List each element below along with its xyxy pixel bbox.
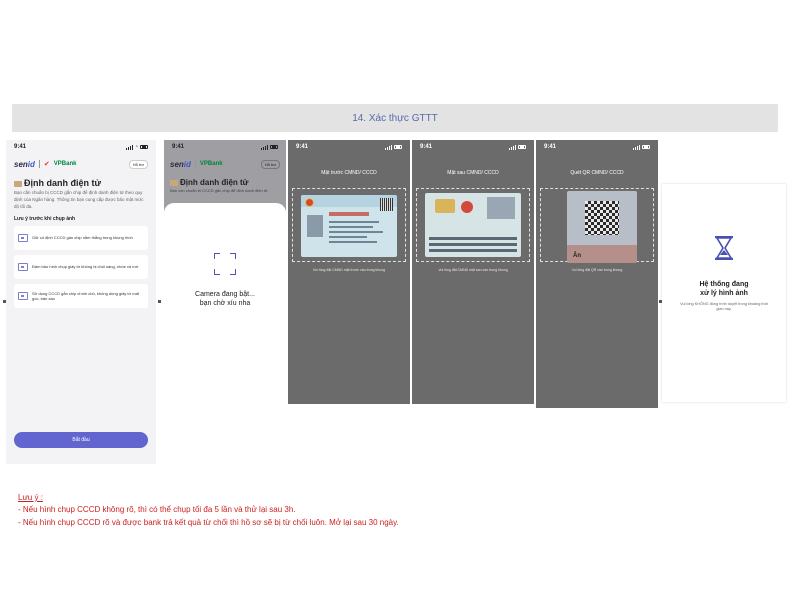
notes-heading: Lưu ý : [18, 493, 43, 502]
id-card-back-image [425, 193, 521, 257]
camera-loading-screen: 9:41 senid VPBank Hỗ trợ Định danh điện … [164, 140, 286, 402]
tip-card: Giữ cố định CCCD gần chip nằm thẳng tron… [14, 226, 148, 251]
battery-icon [140, 145, 148, 149]
capture-frame[interactable] [292, 188, 406, 262]
tip-text: Sử dụng CCCD gắn chip chính chủ, không d… [32, 290, 139, 302]
status-bar: 9:41 [536, 140, 658, 154]
page-title: Định danh điện tử [6, 174, 156, 190]
tip-card: Đảm bảo hình chụp giấy tờ không bị chói … [14, 255, 148, 280]
front-capture-screen: 9:41 Mặt trước CMND/ CCCD Vui lòng đặt C… [288, 140, 410, 404]
status-bar: 9:41 [288, 140, 410, 154]
tip-card: Sử dụng CCCD gắn chip chính chủ, không d… [14, 284, 148, 309]
status-time: 9:41 [172, 144, 185, 150]
battery-icon [518, 145, 526, 149]
brand-header: senid VPBank Hỗ trợ [164, 154, 286, 174]
help-button[interactable]: Hỗ trợ [128, 159, 148, 169]
divider-mark [3, 300, 6, 303]
hourglass-icon [715, 236, 733, 260]
vpbank-logo: VPBank [199, 161, 223, 167]
tips-heading: Lưu ý trước khi chụp ảnh [14, 216, 76, 223]
signal-icon [125, 144, 133, 150]
processing-description: Vui lòng KHÔNG đóng trình duyệt trong kh… [680, 302, 768, 312]
capture-title: Mặt sau CMND/ CCCD [447, 170, 499, 176]
capture-frame[interactable]: Ân [540, 188, 654, 263]
status-icons: ◔ [125, 144, 148, 150]
senid-logo: senid [170, 159, 191, 169]
page-description: Bạn cần chuẩn bị CCCD gắn chip để định d… [14, 190, 144, 209]
id-card-front-image [301, 195, 397, 257]
battery-icon [270, 145, 278, 149]
status-bar: 9:41 [164, 140, 286, 154]
capture-hint: Vui lòng đặt QR vào trong khung [571, 268, 623, 272]
brand-header: senid ✔ VPBank Hỗ trợ [6, 154, 156, 174]
fingerprint-image [487, 197, 515, 219]
signal-icon [509, 144, 516, 150]
processing-screen: Hệ thống đang xử lý hình ảnh Vui lòng KH… [662, 184, 786, 402]
qr-code-icon [380, 198, 393, 211]
signal-icon [261, 144, 268, 150]
tip-text: Giữ cố định CCCD gần chip nằm thẳng tron… [32, 235, 133, 241]
status-icons [385, 144, 402, 150]
status-icons [509, 144, 526, 150]
brand-divider [194, 160, 196, 168]
back-capture-screen: 9:41 Mặt sau CMND/ CCCD Vui lòng đặt CMN… [412, 140, 534, 404]
seal-icon [461, 201, 473, 213]
status-time: 9:41 [544, 144, 557, 150]
status-time: 9:41 [420, 144, 433, 150]
page-title: Định danh điện tử [164, 174, 286, 188]
portrait-photo [307, 215, 323, 237]
battery-icon [642, 145, 650, 149]
note-item: - Nếu hình chụp CCCD không rõ, thì có th… [18, 505, 296, 515]
tip-text: Đảm bảo hình chụp giấy tờ không bị chói … [32, 264, 139, 270]
status-time: 9:41 [14, 144, 27, 150]
id-frame-icon [18, 234, 28, 243]
status-bar: 9:41 ◔ [6, 140, 156, 154]
senid-logo: senid [14, 159, 35, 169]
wifi-icon: ◔ [134, 144, 138, 150]
processing-title: Hệ thống đang xử lý hình ảnh [699, 281, 749, 298]
id-card-icon [14, 180, 22, 187]
signal-icon [385, 144, 392, 150]
camera-status-text: Camera đang bật... bạn chờ xíu nha [195, 291, 255, 308]
status-time: 9:41 [296, 144, 309, 150]
vpbank-logo: VPBank [53, 161, 77, 167]
intro-screen: 9:41 ◔ senid ✔ VPBank Hỗ trợ Định danh đ… [6, 140, 156, 464]
capture-title: Mặt trước CMND/ CCCD [321, 170, 377, 176]
card-text: Ân [573, 253, 581, 259]
id-card-icon [170, 179, 178, 186]
capture-title: Quét QR CMND/ CCCD [570, 170, 624, 176]
status-bar: 9:41 [412, 140, 534, 154]
vpbank-mark-icon: ✔ [43, 161, 50, 168]
divider-mark [659, 300, 662, 303]
brand-divider [38, 160, 40, 168]
qr-scan-image: Ân [567, 191, 637, 263]
capture-hint: Vui lòng đặt CMND mặt sau vào trong khun… [438, 268, 508, 272]
chip-icon [435, 199, 455, 213]
note-item: - Nếu hình chụp CCCD rõ và được bank trả… [18, 517, 399, 527]
id-frame-icon [18, 292, 28, 301]
signal-icon [633, 144, 640, 150]
divider-mark [158, 300, 161, 303]
id-frame-icon [18, 263, 28, 272]
scan-frame-icon [214, 253, 236, 275]
page-description: Bạn cần chuẩn bị CCCD gắn chip để định d… [170, 188, 268, 193]
capture-hint: Vui lòng đặt CMND mặt trước vào trong kh… [312, 268, 386, 272]
qr-code-icon [585, 201, 619, 235]
qr-scan-screen: 9:41 Quét QR CMND/ CCCD Ân Vui lòng đặt … [536, 140, 658, 408]
help-button[interactable]: Hỗ trợ [260, 159, 280, 169]
battery-icon [394, 145, 402, 149]
camera-sheet: Camera đang bật... bạn chờ xíu nha [164, 203, 286, 402]
capture-frame[interactable] [416, 188, 530, 262]
status-icons [261, 144, 278, 150]
start-button[interactable]: Bắt đầu [14, 432, 148, 448]
notes-section: Lưu ý : - Nếu hình chụp CCCD không rõ, t… [18, 492, 399, 529]
section-title-bar: 14. Xác thực GTTT [12, 104, 778, 132]
section-title: 14. Xác thực GTTT [352, 112, 438, 124]
status-icons [633, 144, 650, 150]
emblem-icon [305, 198, 314, 207]
